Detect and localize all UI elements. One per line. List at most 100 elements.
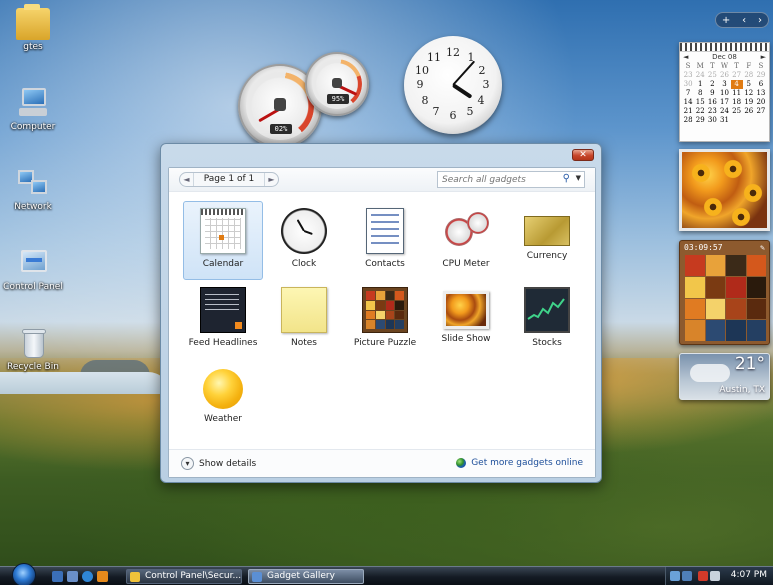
puzzle-tile[interactable] [726, 298, 746, 320]
calendar-day[interactable]: 26 [718, 71, 730, 80]
desktop-icon-recycle-bin[interactable]: Recycle Bin [0, 328, 68, 372]
calendar-day[interactable]: 12 [743, 89, 755, 98]
gadget-item-picture-puzzle[interactable]: Picture Puzzle [345, 280, 425, 359]
puzzle-tile[interactable] [705, 298, 725, 320]
picture-puzzle-gadget[interactable]: 03:09:57 ✎ [679, 240, 770, 345]
desktop-icon-network[interactable]: Network [0, 168, 68, 212]
clock-gadget[interactable]: 12 1 2 3 4 5 6 7 8 9 10 11 [404, 36, 502, 134]
gadget-item-weather[interactable]: Weather [183, 359, 263, 438]
puzzle-tile[interactable] [746, 255, 766, 276]
calendar-day[interactable]: 15 [694, 98, 706, 107]
calendar-day[interactable]: 10 [718, 89, 730, 98]
calendar-day[interactable]: 30 [682, 80, 694, 89]
puzzle-tile[interactable] [726, 276, 746, 298]
puzzle-tile[interactable] [746, 320, 766, 341]
internet-explorer-icon[interactable] [82, 571, 93, 582]
calendar-day[interactable]: 29 [694, 116, 706, 125]
calendar-day[interactable]: 6 [755, 80, 767, 89]
weather-gadget[interactable]: 21° Austin, TX [679, 353, 770, 400]
desktop-icon-control-panel[interactable]: Control Panel [0, 248, 68, 292]
calendar-day[interactable]: 3 [718, 80, 730, 89]
gadget-item-contacts[interactable]: Contacts [345, 201, 425, 280]
puzzle-help-icon[interactable]: ✎ [760, 243, 765, 252]
calendar-day[interactable]: 18 [731, 98, 743, 107]
gadget-item-slide-show[interactable]: Slide Show [426, 280, 506, 359]
calendar-day[interactable]: 2 [706, 80, 718, 89]
puzzle-tile[interactable] [726, 255, 746, 276]
calendar-day[interactable]: 11 [731, 89, 743, 98]
calendar-day[interactable]: 27 [755, 107, 767, 116]
calendar-day[interactable]: 22 [694, 107, 706, 116]
desktop-icon-computer[interactable]: Computer [0, 88, 68, 132]
volume-icon[interactable] [710, 571, 720, 581]
puzzle-tile[interactable] [746, 298, 766, 320]
gadget-item-calendar[interactable]: Calendar [183, 201, 263, 280]
next-page-button[interactable]: ► [264, 173, 278, 186]
close-button[interactable]: ✕ [572, 149, 594, 161]
calendar-gadget[interactable]: ◄ Dec 08 ► S M T W T F S 23 24 25 26 27 28 29 30 1 2 3 4 5 6… [679, 42, 770, 142]
search-icon[interactable]: ⚲ [563, 173, 570, 184]
puzzle-tile[interactable] [685, 276, 705, 298]
puzzle-tile[interactable] [746, 276, 766, 298]
gadget-item-feed-headlines[interactable]: Feed Headlines [183, 280, 263, 359]
calendar-today[interactable]: 4 [730, 80, 743, 89]
sidebar-next-button[interactable]: › [758, 15, 762, 26]
calendar-day[interactable]: 26 [743, 107, 755, 116]
start-button[interactable] [12, 563, 36, 585]
taskbar-button-gadget-gallery[interactable]: Gadget Gallery [248, 569, 364, 584]
calendar-prev-button[interactable]: ◄ [683, 53, 688, 61]
calendar-day[interactable]: 30 [706, 116, 718, 125]
gadget-item-cpu-meter[interactable]: CPU Meter [426, 201, 506, 280]
chevron-down-icon[interactable]: ▼ [576, 174, 581, 182]
calendar-day[interactable]: 5 [743, 80, 755, 89]
calendar-day[interactable]: 7 [682, 89, 694, 98]
show-desktop-icon[interactable] [52, 571, 63, 582]
calendar-day[interactable]: 14 [682, 98, 694, 107]
puzzle-tile[interactable] [685, 320, 705, 341]
calendar-day[interactable]: 29 [755, 71, 767, 80]
calendar-day[interactable]: 27 [731, 71, 743, 80]
puzzle-tile[interactable] [685, 255, 705, 276]
calendar-day[interactable]: 25 [706, 71, 718, 80]
desktop-icon-gtes[interactable]: gtes [0, 4, 68, 52]
prev-page-button[interactable]: ◄ [180, 173, 194, 186]
puzzle-tile[interactable] [705, 255, 725, 276]
calendar-day[interactable]: 31 [718, 116, 730, 125]
sidebar-tray-icon[interactable] [682, 571, 692, 581]
search-input[interactable] [438, 172, 556, 187]
puzzle-tile[interactable] [705, 320, 725, 341]
switch-windows-icon[interactable] [67, 571, 78, 582]
calendar-day[interactable]: 8 [694, 89, 706, 98]
calendar-day[interactable]: 16 [706, 98, 718, 107]
puzzle-tile[interactable] [685, 298, 705, 320]
security-tray-icon[interactable] [698, 571, 708, 581]
media-player-icon[interactable] [97, 571, 108, 582]
taskbar-button-control-panel[interactable]: Control Panel\Secur... [126, 569, 242, 584]
gadget-item-currency[interactable]: Currency [507, 201, 587, 280]
slide-show-gadget[interactable] [679, 149, 770, 231]
calendar-day[interactable]: 20 [755, 98, 767, 107]
calendar-day[interactable]: 24 [718, 107, 730, 116]
calendar-day[interactable]: 24 [694, 71, 706, 80]
get-more-gadgets-link[interactable]: Get more gadgets online [456, 458, 583, 468]
gadget-item-stocks[interactable]: Stocks [507, 280, 587, 359]
network-tray-icon[interactable] [670, 571, 680, 581]
calendar-day[interactable]: 23 [706, 107, 718, 116]
gadget-item-clock[interactable]: Clock [264, 201, 344, 280]
calendar-day[interactable]: 28 [682, 116, 694, 125]
calendar-day[interactable]: 9 [706, 89, 718, 98]
calendar-next-button[interactable]: ► [761, 53, 766, 61]
calendar-day[interactable]: 17 [718, 98, 730, 107]
calendar-day[interactable]: 19 [743, 98, 755, 107]
show-details-button[interactable]: ▾ Show details [181, 457, 256, 470]
calendar-day[interactable]: 13 [755, 89, 767, 98]
taskbar-clock[interactable]: 4:07 PM [731, 570, 767, 580]
calendar-day[interactable]: 23 [682, 71, 694, 80]
puzzle-tile[interactable] [726, 320, 746, 341]
sidebar-prev-button[interactable]: ‹ [742, 15, 746, 26]
calendar-day[interactable]: 1 [694, 80, 706, 89]
calendar-day[interactable]: 28 [743, 71, 755, 80]
puzzle-tile[interactable] [705, 276, 725, 298]
calendar-day[interactable]: 21 [682, 107, 694, 116]
add-gadget-button[interactable]: + [722, 15, 730, 26]
